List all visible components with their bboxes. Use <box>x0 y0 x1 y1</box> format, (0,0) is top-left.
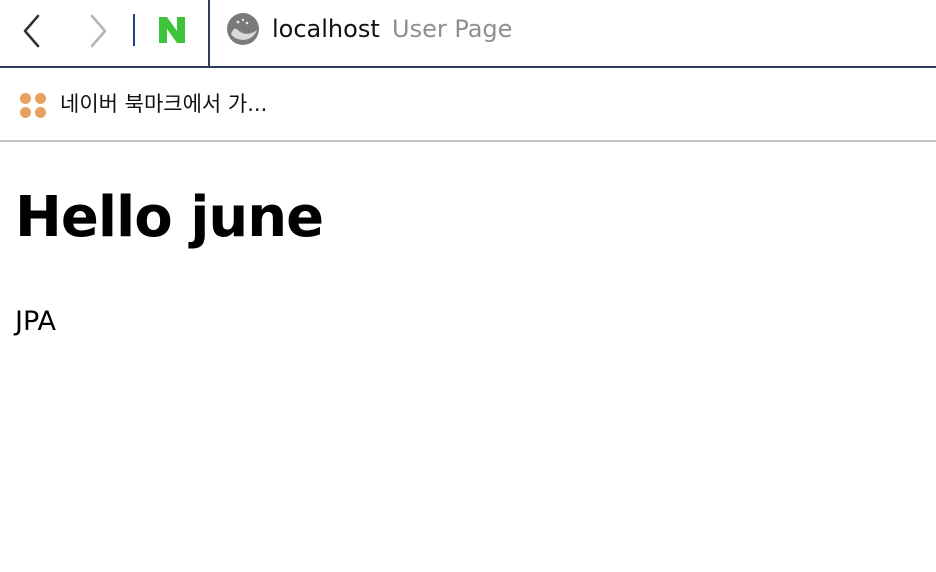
page-content: Hello june JPA <box>0 142 936 572</box>
toolbar-divider <box>133 14 135 46</box>
forward-button[interactable] <box>78 10 118 52</box>
bookmarks-bar: 네이버 북마크에서 가... <box>0 68 936 142</box>
naver-home-button[interactable] <box>155 14 189 46</box>
chevron-left-icon <box>23 14 40 48</box>
whale-site-icon <box>227 13 259 45</box>
page-paragraph: JPA <box>15 306 56 337</box>
chevron-right-icon <box>90 14 107 48</box>
naver-logo-icon <box>159 17 185 43</box>
back-button[interactable] <box>12 10 52 52</box>
url-host: localhost <box>272 15 380 43</box>
page-heading: Hello june <box>15 185 324 250</box>
bookmark-dots-icon <box>18 89 48 119</box>
bookmark-naver-import[interactable]: 네이버 북마크에서 가... <box>18 84 267 124</box>
browser-toolbar: localhost User Page <box>0 0 936 68</box>
page-title-in-urlbar: User Page <box>392 15 513 43</box>
address-bar[interactable]: localhost User Page <box>208 0 936 66</box>
bookmark-label: 네이버 북마크에서 가... <box>60 92 268 116</box>
